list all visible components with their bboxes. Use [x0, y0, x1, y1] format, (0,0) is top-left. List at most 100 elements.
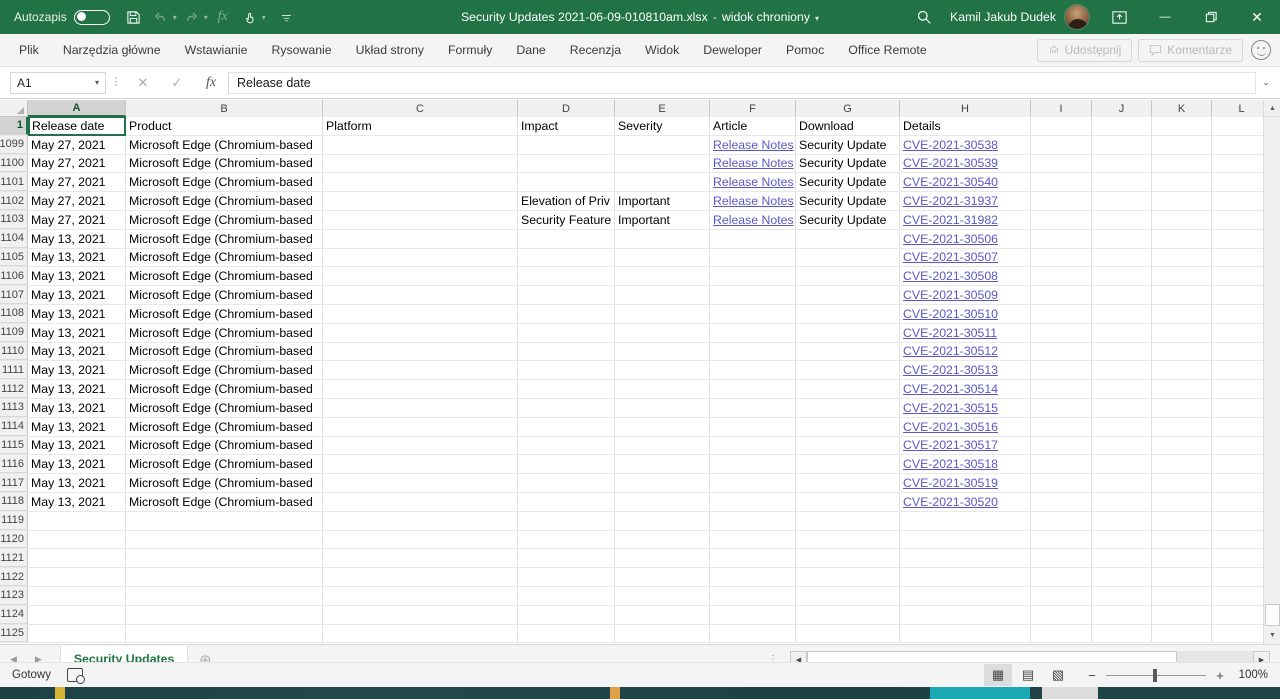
cell-I1109[interactable] — [1031, 324, 1092, 342]
confirm-edit-icon[interactable]: ✓ — [160, 72, 194, 94]
row-header-1110[interactable]: 1110 — [0, 343, 28, 361]
taskbar-active-window[interactable] — [930, 687, 1030, 699]
cell-F1115[interactable] — [710, 437, 796, 455]
cell-K1121[interactable] — [1152, 549, 1212, 567]
cell-E1104[interactable] — [615, 230, 710, 248]
cell-B1123[interactable] — [126, 587, 323, 605]
cell-C1111[interactable] — [323, 361, 518, 379]
cell-E1123[interactable] — [615, 587, 710, 605]
cell-J1123[interactable] — [1092, 587, 1152, 605]
cell-C1101[interactable] — [323, 173, 518, 191]
cell-F1107[interactable] — [710, 286, 796, 304]
fx-icon[interactable]: fx — [211, 5, 235, 29]
row-header-1117[interactable]: 1117 — [0, 474, 28, 492]
cell-C1117[interactable] — [323, 474, 518, 492]
normal-view-icon[interactable]: ▦ — [984, 664, 1012, 686]
select-all-corner[interactable] — [0, 100, 28, 116]
cell-D1122[interactable] — [518, 568, 615, 586]
cell-H1113[interactable]: CVE-2021-30515 — [900, 399, 1031, 417]
cell-G1116[interactable] — [796, 455, 900, 473]
cell-J1[interactable] — [1092, 117, 1152, 135]
cell-G1113[interactable] — [796, 399, 900, 417]
cell-J1102[interactable] — [1092, 192, 1152, 210]
cell-K1100[interactable] — [1152, 155, 1212, 173]
cell-J1112[interactable] — [1092, 380, 1152, 398]
name-box-chevron-down-icon[interactable]: ▾ — [95, 78, 99, 87]
cell-C1124[interactable] — [323, 606, 518, 624]
cell-F1109[interactable] — [710, 324, 796, 342]
cell-J1103[interactable] — [1092, 211, 1152, 229]
column-header-b[interactable]: B — [126, 100, 323, 117]
cell-F1106[interactable] — [710, 267, 796, 285]
cell-D1117[interactable] — [518, 474, 615, 492]
cell-I1116[interactable] — [1031, 455, 1092, 473]
cell-I1124[interactable] — [1031, 606, 1092, 624]
row-header-1102[interactable]: 1102 — [0, 192, 28, 210]
cell-D1116[interactable] — [518, 455, 615, 473]
taskbar-item[interactable] — [610, 687, 620, 699]
cell-H1119[interactable] — [900, 512, 1031, 530]
cell-E1102[interactable]: Important — [615, 192, 710, 210]
cell-I1119[interactable] — [1031, 512, 1092, 530]
cell-H1101[interactable]: CVE-2021-30540 — [900, 173, 1031, 191]
cell-I1104[interactable] — [1031, 230, 1092, 248]
cell-J1109[interactable] — [1092, 324, 1152, 342]
cell-I1122[interactable] — [1031, 568, 1092, 586]
cell-E1115[interactable] — [615, 437, 710, 455]
cell-J1106[interactable] — [1092, 267, 1152, 285]
cell-K1105[interactable] — [1152, 249, 1212, 267]
cell-F1100[interactable]: Release Notes — [710, 155, 796, 173]
cell-C1103[interactable] — [323, 211, 518, 229]
row-header-1119[interactable]: 1119 — [0, 512, 28, 530]
cell-A1103[interactable]: May 27, 2021 — [28, 211, 126, 229]
cell-B1104[interactable]: Microsoft Edge (Chromium-based — [126, 230, 323, 248]
cell-D1120[interactable] — [518, 531, 615, 549]
cell-F1105[interactable] — [710, 249, 796, 267]
cell-H1121[interactable] — [900, 549, 1031, 567]
cell-B1121[interactable] — [126, 549, 323, 567]
autosave-control[interactable]: Autozapis — [14, 10, 110, 25]
redo-dropdown-icon[interactable]: ▾ — [204, 13, 208, 22]
row-header-1122[interactable]: 1122 — [0, 568, 28, 586]
feedback-smiley-icon[interactable] — [1251, 40, 1271, 60]
autosave-toggle[interactable] — [74, 10, 110, 25]
cell-G1[interactable]: Download — [796, 117, 900, 135]
tab-formuly[interactable]: Formuły — [437, 39, 503, 61]
cell-B1115[interactable]: Microsoft Edge (Chromium-based — [126, 437, 323, 455]
cell-C1106[interactable] — [323, 267, 518, 285]
cell-D1123[interactable] — [518, 587, 615, 605]
touch-mode-dropdown-icon[interactable]: ▾ — [262, 13, 266, 22]
cell-G1123[interactable] — [796, 587, 900, 605]
protected-view-label[interactable]: widok chroniony — [722, 10, 810, 24]
cell-K1111[interactable] — [1152, 361, 1212, 379]
cell-F1099[interactable]: Release Notes — [710, 136, 796, 154]
cell-A1100[interactable]: May 27, 2021 — [28, 155, 126, 173]
cell-F1112[interactable] — [710, 380, 796, 398]
cell-J1099[interactable] — [1092, 136, 1152, 154]
cell-E1[interactable]: Severity — [615, 117, 710, 135]
tab-rysowanie[interactable]: Rysowanie — [260, 39, 342, 61]
cell-C1108[interactable] — [323, 305, 518, 323]
cell-H1116[interactable]: CVE-2021-30518 — [900, 455, 1031, 473]
row-header-1101[interactable]: 1101 — [0, 173, 28, 191]
cell-C1119[interactable] — [323, 512, 518, 530]
cell-C1109[interactable] — [323, 324, 518, 342]
title-chevron-down-icon[interactable]: ▾ — [815, 14, 819, 23]
cell-A1120[interactable] — [28, 531, 126, 549]
cell-C1099[interactable] — [323, 136, 518, 154]
cell-G1105[interactable] — [796, 249, 900, 267]
cell-B1113[interactable]: Microsoft Edge (Chromium-based — [126, 399, 323, 417]
cell-J1101[interactable] — [1092, 173, 1152, 191]
row-header-1112[interactable]: 1112 — [0, 380, 28, 398]
cell-I1105[interactable] — [1031, 249, 1092, 267]
cell-H1125[interactable] — [900, 625, 1031, 643]
column-header-k[interactable]: K — [1152, 100, 1212, 117]
zoom-slider[interactable] — [1106, 675, 1206, 676]
tab-pomoc[interactable]: Pomoc — [775, 39, 835, 61]
cell-H1117[interactable]: CVE-2021-30519 — [900, 474, 1031, 492]
cell-F1116[interactable] — [710, 455, 796, 473]
row-header-1104[interactable]: 1104 — [0, 230, 28, 248]
cell-B1103[interactable]: Microsoft Edge (Chromium-based — [126, 211, 323, 229]
row-header-1103[interactable]: 1103 — [0, 211, 28, 229]
cell-D1125[interactable] — [518, 625, 615, 643]
